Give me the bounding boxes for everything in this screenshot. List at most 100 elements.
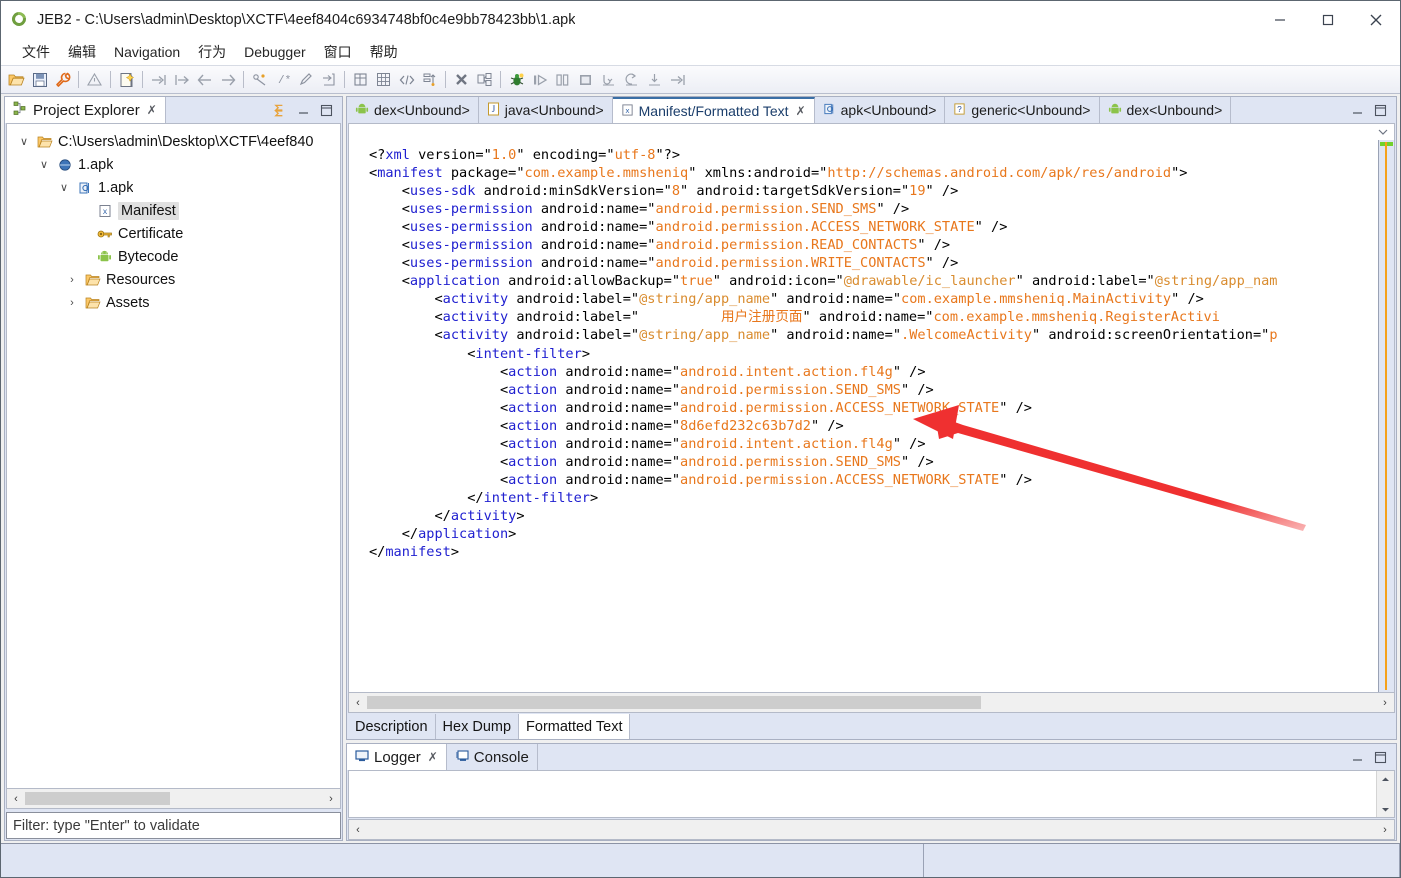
chevron-right-icon[interactable]: › [65,297,79,309]
btab-description[interactable]: Description [348,714,436,739]
jump-in-icon[interactable] [147,68,170,91]
save-icon[interactable] [28,68,51,91]
menu-edit[interactable]: 编辑 [59,40,105,64]
hscroll-track[interactable] [25,792,322,805]
maximize-button[interactable] [1304,1,1352,39]
btab-formatted-text[interactable]: Formatted Text [519,714,630,739]
forward-arrow-icon[interactable] [216,68,239,91]
step-over-icon[interactable] [597,68,620,91]
jump-out-icon[interactable] [170,68,193,91]
hscroll-track[interactable] [367,696,1376,709]
hscroll-thumb[interactable] [25,792,170,805]
tab-console[interactable]: Console [447,744,538,770]
back-arrow-icon[interactable] [193,68,216,91]
grid-icon[interactable] [372,68,395,91]
tab-logger-label: Logger [374,749,421,766]
chevron-right-icon[interactable]: › [65,274,79,286]
run-icon[interactable] [528,68,551,91]
pause-icon[interactable] [551,68,574,91]
delete-icon[interactable] [450,68,473,91]
collapse-toolbar-icon[interactable] [1375,125,1390,140]
tab-logger-close[interactable]: ✗ [428,750,438,764]
code-view-icon[interactable] [395,68,418,91]
stop-icon[interactable] [574,68,597,91]
svg-text:J: J [492,104,496,114]
menu-help[interactable]: 帮助 [361,40,407,64]
tab-java-unbound[interactable]: J java<Unbound> [479,97,613,123]
chevron-down-icon[interactable]: ∨ [57,181,71,194]
tab-logger[interactable]: Logger ✗ [347,744,447,770]
minimize-view-icon[interactable] [1350,103,1365,118]
maximize-view-icon[interactable] [1373,750,1388,765]
tree-node-bytecode[interactable]: Bytecode [7,245,340,268]
tree-node-manifest[interactable]: x Manifest [7,199,340,222]
scroll-left-icon[interactable]: ‹ [349,821,367,838]
wrench-icon[interactable] [51,68,74,91]
open-folder-icon[interactable] [5,68,28,91]
menu-navigation[interactable]: Navigation [105,42,189,62]
table-icon[interactable] [349,68,372,91]
close-button[interactable] [1352,1,1400,39]
menu-file[interactable]: 文件 [13,40,59,64]
logger-vscrollbar[interactable] [1376,771,1394,817]
chevron-down-icon[interactable]: ∨ [37,158,51,171]
code-scroll-region[interactable]: <?xml version="1.0" encoding="utf-8"?> <… [349,140,1378,692]
tab-project-explorer-close[interactable]: ✗ [147,103,157,117]
tree-node-resources[interactable]: › Resources [7,268,340,291]
tab-generic-unbound[interactable]: ? generic<Unbound> [945,97,1099,123]
warning-icon[interactable] [83,68,106,91]
hscroll-track[interactable] [367,823,1376,836]
tree-node-certificate[interactable]: Certificate [7,222,340,245]
export-icon[interactable] [317,68,340,91]
code-hscrollbar[interactable]: ‹ › [348,692,1395,713]
menu-action[interactable]: 行为 [189,40,235,64]
scroll-up-icon[interactable] [1381,771,1390,787]
code-editor[interactable]: <?xml version="1.0" encoding="utf-8"?> <… [348,140,1395,692]
overview-ruler[interactable] [1378,140,1394,692]
tree-node-project-apk[interactable]: ∨ 1.apk [7,153,340,176]
tab-manifest-close[interactable]: ✗ [796,104,806,118]
minimize-button[interactable] [1256,1,1304,39]
scroll-right-icon[interactable]: › [1376,821,1394,838]
comment-icon[interactable]: /* [271,68,294,91]
hscroll-thumb[interactable] [367,696,981,709]
code-token: uses-sdk [410,183,475,199]
menu-debugger[interactable]: Debugger [235,42,315,62]
project-tree[interactable]: ∨ C:\Users\admin\Desktop\XCTF\4eef840 ∨ [6,123,341,789]
tab-project-explorer[interactable]: Project Explorer ✗ [5,97,166,123]
tab-apk-unbound[interactable]: apk<Unbound> [815,97,946,123]
tree-node-apk-unit[interactable]: ∨ 1.apk [7,176,340,199]
manifest-source-code[interactable]: <?xml version="1.0" encoding="utf-8"?> <… [349,140,1378,561]
sort-icon[interactable] [418,68,441,91]
maximize-view-icon[interactable] [1373,103,1388,118]
step-out-icon[interactable] [666,68,689,91]
filter-input[interactable]: Filter: type "Enter" to validate [6,812,341,839]
new-document-icon[interactable] [115,68,138,91]
scroll-left-icon[interactable]: ‹ [349,694,367,711]
chevron-down-icon[interactable]: ∨ [17,135,31,148]
minimize-view-icon[interactable] [1350,750,1365,765]
scroll-down-icon[interactable] [1381,801,1390,817]
tab-manifest-formatted-text[interactable]: x Manifest/Formatted Text ✗ [613,97,815,123]
tab-dex-unbound-1[interactable]: dex<Unbound> [347,97,479,123]
logger-hscrollbar[interactable]: ‹ › [348,819,1395,840]
tree-node-root[interactable]: ∨ C:\Users\admin\Desktop\XCTF\4eef840 [7,130,340,153]
tree-node-assets[interactable]: › Assets [7,291,340,314]
maximize-view-icon[interactable] [319,103,334,118]
link-with-editor-icon[interactable] [273,103,288,118]
compare-icon[interactable] [473,68,496,91]
tab-dex-unbound-2[interactable]: dex<Unbound> [1100,97,1232,123]
scroll-left-icon[interactable]: ‹ [7,790,25,807]
debug-bug-icon[interactable] [505,68,528,91]
scroll-right-icon[interactable]: › [322,790,340,807]
btab-hex-dump[interactable]: Hex Dump [436,714,520,739]
logger-content[interactable] [348,770,1395,818]
edit-pencil-icon[interactable] [294,68,317,91]
step-into-icon[interactable] [643,68,666,91]
rename-icon[interactable] [248,68,271,91]
step-return-icon[interactable] [620,68,643,91]
project-tree-hscrollbar[interactable]: ‹ › [6,789,341,809]
menu-window[interactable]: 窗口 [315,40,361,64]
scroll-right-icon[interactable]: › [1376,694,1394,711]
minimize-view-icon[interactable] [296,103,311,118]
